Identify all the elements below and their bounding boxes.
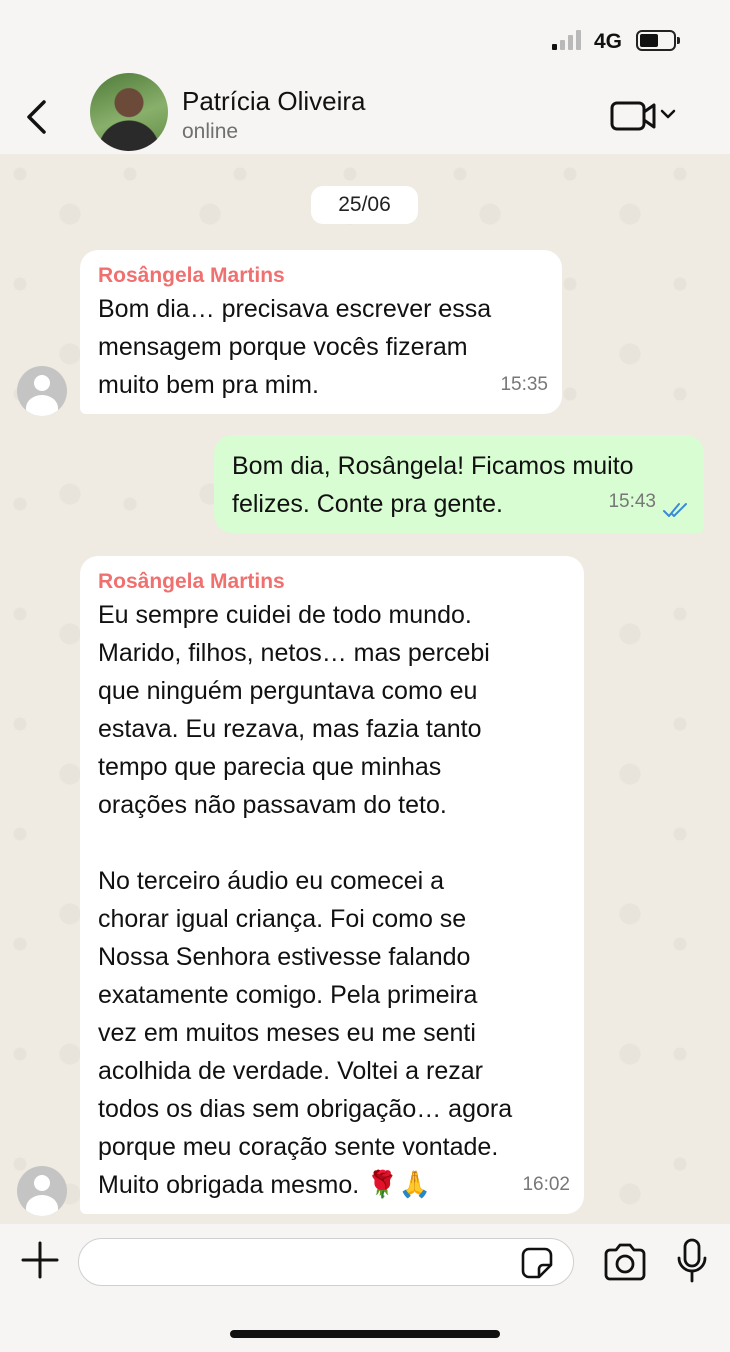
chat-header: Patrícia Oliveira online (0, 70, 730, 154)
date-separator: 25/06 (311, 186, 418, 224)
message-input-container[interactable] (78, 1238, 574, 1286)
contact-status: online (182, 120, 239, 143)
incoming-message[interactable]: Rosângela Martins Eu sempre cuidei de to… (80, 556, 584, 1214)
camera-icon[interactable] (602, 1242, 648, 1282)
chevron-left-icon[interactable] (22, 98, 52, 136)
status-bar: 4G (0, 0, 730, 70)
plus-icon[interactable] (20, 1240, 60, 1280)
message-input[interactable] (97, 1247, 517, 1277)
network-type: 4G (594, 30, 623, 53)
message-time: 16:02 (522, 1174, 570, 1195)
incoming-message[interactable]: Rosângela Martins Bom dia… precisava esc… (80, 250, 562, 414)
sender-avatar[interactable] (17, 366, 67, 416)
message-composer (0, 1224, 730, 1352)
signal-strength-icon (552, 30, 584, 50)
message-sender: Rosângela Martins (98, 570, 285, 593)
contact-avatar[interactable] (90, 73, 168, 151)
contact-name[interactable]: Patrícia Oliveira (182, 86, 366, 117)
home-indicator[interactable] (230, 1330, 500, 1338)
message-sender: Rosângela Martins (98, 264, 285, 287)
microphone-icon[interactable] (675, 1238, 709, 1284)
message-text: Eu sempre cuidei de todo mundo. Marido, … (98, 601, 513, 1199)
double-check-read-icon (663, 503, 687, 517)
sticker-icon[interactable] (520, 1246, 554, 1280)
message-time: 15:43 (608, 491, 656, 512)
chat-area[interactable]: 25/06 Rosângela Martins Bom dia… precisa… (0, 154, 730, 1224)
sender-avatar[interactable] (17, 1166, 67, 1216)
message-time: 15:35 (500, 374, 548, 395)
battery-icon (636, 30, 680, 51)
video-camera-icon[interactable] (610, 98, 680, 134)
rose-and-praying-hands-emoji: 🌹🙏 (366, 1170, 431, 1200)
outgoing-message[interactable]: Bom dia, Rosângela! Ficamos muito felize… (214, 435, 704, 533)
message-text: Bom dia… precisava escrever essa mensage… (98, 295, 492, 399)
